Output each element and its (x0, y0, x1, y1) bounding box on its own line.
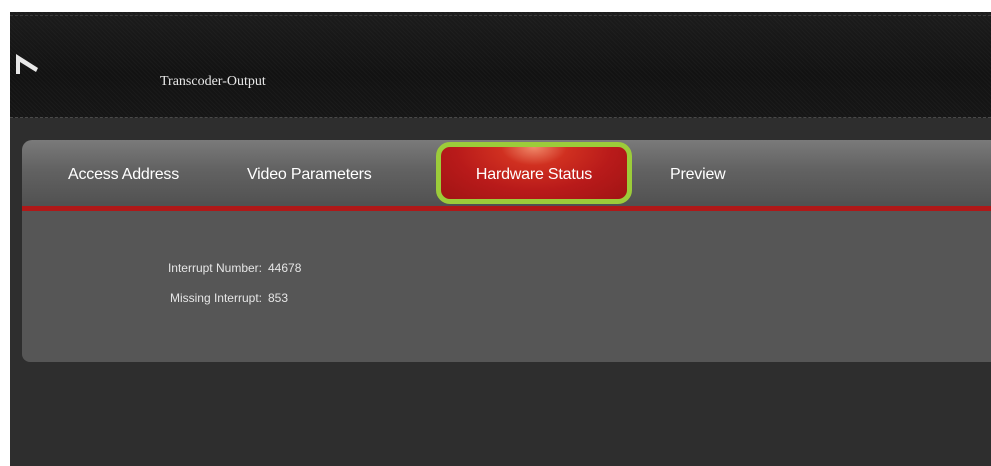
tab-hardware-status[interactable]: Hardware Status (436, 142, 632, 204)
interrupt-number-row: Interrupt Number: 44678 (22, 261, 342, 275)
missing-interrupt-label: Missing Interrupt: (169, 291, 262, 305)
app-window: Transcoder-Output Access Address Video P… (10, 12, 991, 466)
logo-icon (14, 52, 40, 76)
interrupt-number-value: 44678 (268, 261, 302, 275)
tab-video-parameters[interactable]: Video Parameters (247, 166, 372, 184)
tab-bar: Access Address Video Parameters Hardware… (22, 140, 991, 211)
interrupt-number-label: Interrupt Number: (167, 261, 262, 275)
missing-interrupt-row: Missing Interrupt: 853 (22, 291, 342, 305)
hardware-status-panel: Interrupt Number: 44678 Missing Interrupt… (22, 211, 991, 362)
header-bar: Transcoder-Output (10, 12, 991, 118)
tab-hardware-status-label: Hardware Status (475, 166, 593, 183)
tab-access-address[interactable]: Access Address (68, 166, 179, 184)
app-title: Transcoder-Output (160, 74, 266, 89)
tab-preview[interactable]: Preview (670, 166, 726, 184)
missing-interrupt-value: 853 (268, 291, 289, 305)
